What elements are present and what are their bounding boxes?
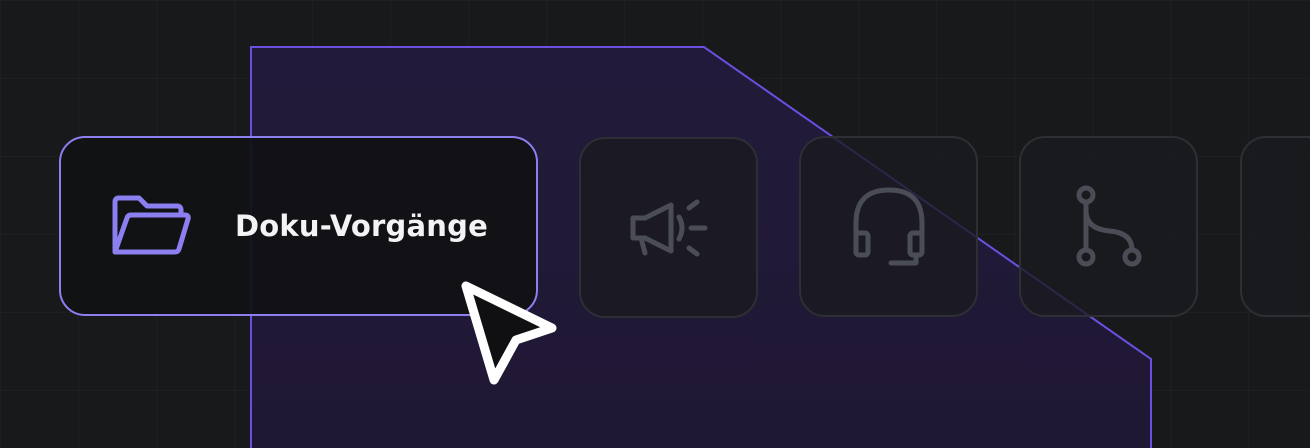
tile-headset[interactable]: [799, 136, 978, 317]
tile-git-branch[interactable]: [1019, 136, 1198, 317]
tile-partial[interactable]: [1240, 136, 1310, 317]
tile-doku-vorgaenge[interactable]: Doku-Vorgänge: [59, 136, 538, 316]
git-branch-icon: [1076, 185, 1141, 266]
tile-megaphone[interactable]: [579, 137, 758, 318]
headset-icon: [853, 187, 924, 265]
tile-label: Doku-Vorgänge: [235, 209, 488, 243]
folder-open-icon: [109, 194, 193, 258]
megaphone-icon: [630, 199, 707, 256]
canvas: Doku-Vorgänge: [0, 0, 1310, 448]
